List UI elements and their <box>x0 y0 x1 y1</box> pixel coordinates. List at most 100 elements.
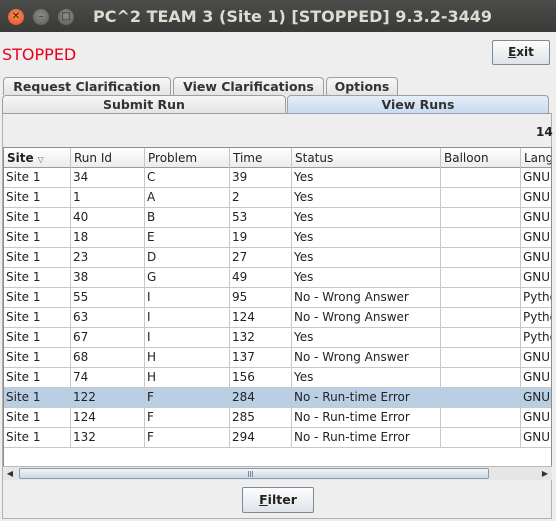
cell-problem: F <box>145 408 230 427</box>
cell-status: Yes <box>292 248 441 267</box>
table-row[interactable]: Site 163I124No - Wrong Answer Pytho <box>4 308 551 328</box>
column-header-site[interactable]: Site ▽ <box>4 148 71 168</box>
contest-status-label: STOPPED <box>2 45 77 64</box>
table-row[interactable]: Site 155I95No - Wrong Answer Pytho <box>4 288 551 308</box>
cell-problem: I <box>145 328 230 347</box>
cell-run-id: 124 <box>71 408 145 427</box>
table-row[interactable]: Site 1 18 E 19 Yes GNU <box>4 228 551 248</box>
maximize-window-button[interactable]: □ <box>58 9 74 25</box>
cell-run-id: 68 <box>71 348 145 367</box>
scrollbar-thumb[interactable] <box>19 468 489 479</box>
cell-problem: I <box>145 308 230 327</box>
cell-run-id: 40 <box>71 208 145 227</box>
cell-time: 132 <box>230 328 292 347</box>
window-title: PC^2 TEAM 3 (Site 1) [STOPPED] 9.3.2-344… <box>93 7 493 26</box>
table-row[interactable]: Site 1 1 A 2 Yes GNU <box>4 188 551 208</box>
tab-view-runs[interactable]: View Runs <box>287 95 549 113</box>
cell-language: GNU <box>521 208 551 227</box>
cell-language: GNU <box>521 268 551 287</box>
column-header-status[interactable]: Status <box>292 148 441 168</box>
cell-run-id: 74 <box>71 368 145 387</box>
cell-problem: B <box>145 208 230 227</box>
cell-problem: A <box>145 188 230 207</box>
cell-run-id: 122 <box>71 388 145 407</box>
cell-site: Site 1 <box>4 168 71 187</box>
table-row[interactable]: Site 1 132 F 294 No - Run-time Error GNU <box>4 428 551 448</box>
column-header-problem[interactable]: Problem <box>145 148 230 168</box>
cell-status: Yes <box>292 228 441 247</box>
cell-language: GNU <box>521 248 551 267</box>
cell-status: No - Run-time Error <box>292 408 441 427</box>
cell-time: 27 <box>230 248 292 267</box>
cell-balloon <box>441 388 521 407</box>
cell-time: 284 <box>230 388 292 407</box>
cell-time: 39 <box>230 168 292 187</box>
sort-ascending-icon: ▽ <box>37 155 44 164</box>
table-row[interactable]: Site 1 23 D 27 Yes GNU <box>4 248 551 268</box>
cell-balloon <box>441 348 521 367</box>
cell-run-id: 132 <box>71 428 145 447</box>
scroll-left-arrow-icon[interactable]: ◀ <box>3 467 17 480</box>
cell-problem: F <box>145 388 230 407</box>
cell-run-id: 1 <box>71 188 145 207</box>
cell-site: Site 1 <box>4 228 71 247</box>
column-header-language[interactable]: Lang <box>521 148 551 168</box>
filter-label: ilter <box>267 492 297 507</box>
table-row[interactable]: Site 1 122 F 284 No - Run-time Error GNU <box>4 388 551 408</box>
scroll-right-arrow-icon[interactable]: ▶ <box>538 467 552 480</box>
table-row[interactable]: Site 1 68 H 137 No - Wrong Answer GNU <box>4 348 551 368</box>
cell-balloon <box>441 288 521 307</box>
minimize-window-button[interactable]: – <box>33 9 49 25</box>
runs-table: Site ▽ Run Id Problem Time Status Balloon… <box>3 147 552 480</box>
cell-balloon <box>441 268 521 287</box>
column-header-run-id[interactable]: Run Id <box>71 148 145 168</box>
cell-site: Site 1 <box>4 268 71 287</box>
filter-button[interactable]: Filter <box>242 487 314 513</box>
cell-run-id: 23 <box>71 248 145 267</box>
cell-time: 124 <box>230 308 292 327</box>
exit-button[interactable]: Exit <box>492 40 550 65</box>
table-header: Site ▽ Run Id Problem Time Status Balloon… <box>4 148 551 168</box>
cell-problem: C <box>145 168 230 187</box>
tab-submit-run[interactable]: Submit Run <box>2 95 286 113</box>
table-row[interactable]: Site 1 38 G 49 Yes GNU <box>4 268 551 288</box>
tab-request-clarification[interactable]: Request Clarification <box>3 77 171 95</box>
cell-status: Yes <box>292 328 441 347</box>
column-header-time[interactable]: Time <box>230 148 292 168</box>
cell-time: 294 <box>230 428 292 447</box>
grip-icon <box>248 471 254 477</box>
cell-balloon <box>441 408 521 427</box>
cell-language: GNU <box>521 168 551 187</box>
cell-language: GNU <box>521 228 551 247</box>
table-row[interactable]: Site 1 40 B 53 Yes GNU <box>4 208 551 228</box>
cell-balloon <box>441 248 521 267</box>
table-row[interactable]: Site 1 124 F 285 No - Run-time Error GNU <box>4 408 551 428</box>
cell-balloon <box>441 208 521 227</box>
column-header-site-label: Site <box>7 151 34 165</box>
cell-language: GNU <box>521 408 551 427</box>
cell-time: 2 <box>230 188 292 207</box>
tab-view-clarifications[interactable]: View Clarifications <box>173 77 324 95</box>
column-header-balloon[interactable]: Balloon <box>441 148 521 168</box>
cell-time: 53 <box>230 208 292 227</box>
cell-balloon <box>441 168 521 187</box>
cell-language: GNU <box>521 188 551 207</box>
cell-site: Site 1 <box>4 388 71 407</box>
cell-balloon <box>441 188 521 207</box>
cell-language: Pytho <box>521 288 551 307</box>
table-row[interactable]: Site 167I132Yes Pytho <box>4 328 551 348</box>
table-row[interactable]: Site 1 74 H 156 Yes GNU <box>4 368 551 388</box>
cell-status: No - Run-time Error <box>292 428 441 447</box>
cell-site: Site 1 <box>4 428 71 447</box>
cell-time: 19 <box>230 228 292 247</box>
tab-options[interactable]: Options <box>326 77 398 95</box>
cell-site: Site 1 <box>4 368 71 387</box>
cell-language: GNU <box>521 388 551 407</box>
cell-language: Pytho <box>521 308 551 327</box>
table-row[interactable]: Site 1 34 C 39 Yes GNU <box>4 168 551 188</box>
horizontal-scrollbar[interactable]: ◀ ▶ <box>3 466 552 480</box>
cell-status: Yes <box>292 268 441 287</box>
cell-site: Site 1 <box>4 208 71 227</box>
close-window-button[interactable]: ✕ <box>8 9 24 25</box>
exit-label: xit <box>516 45 534 59</box>
